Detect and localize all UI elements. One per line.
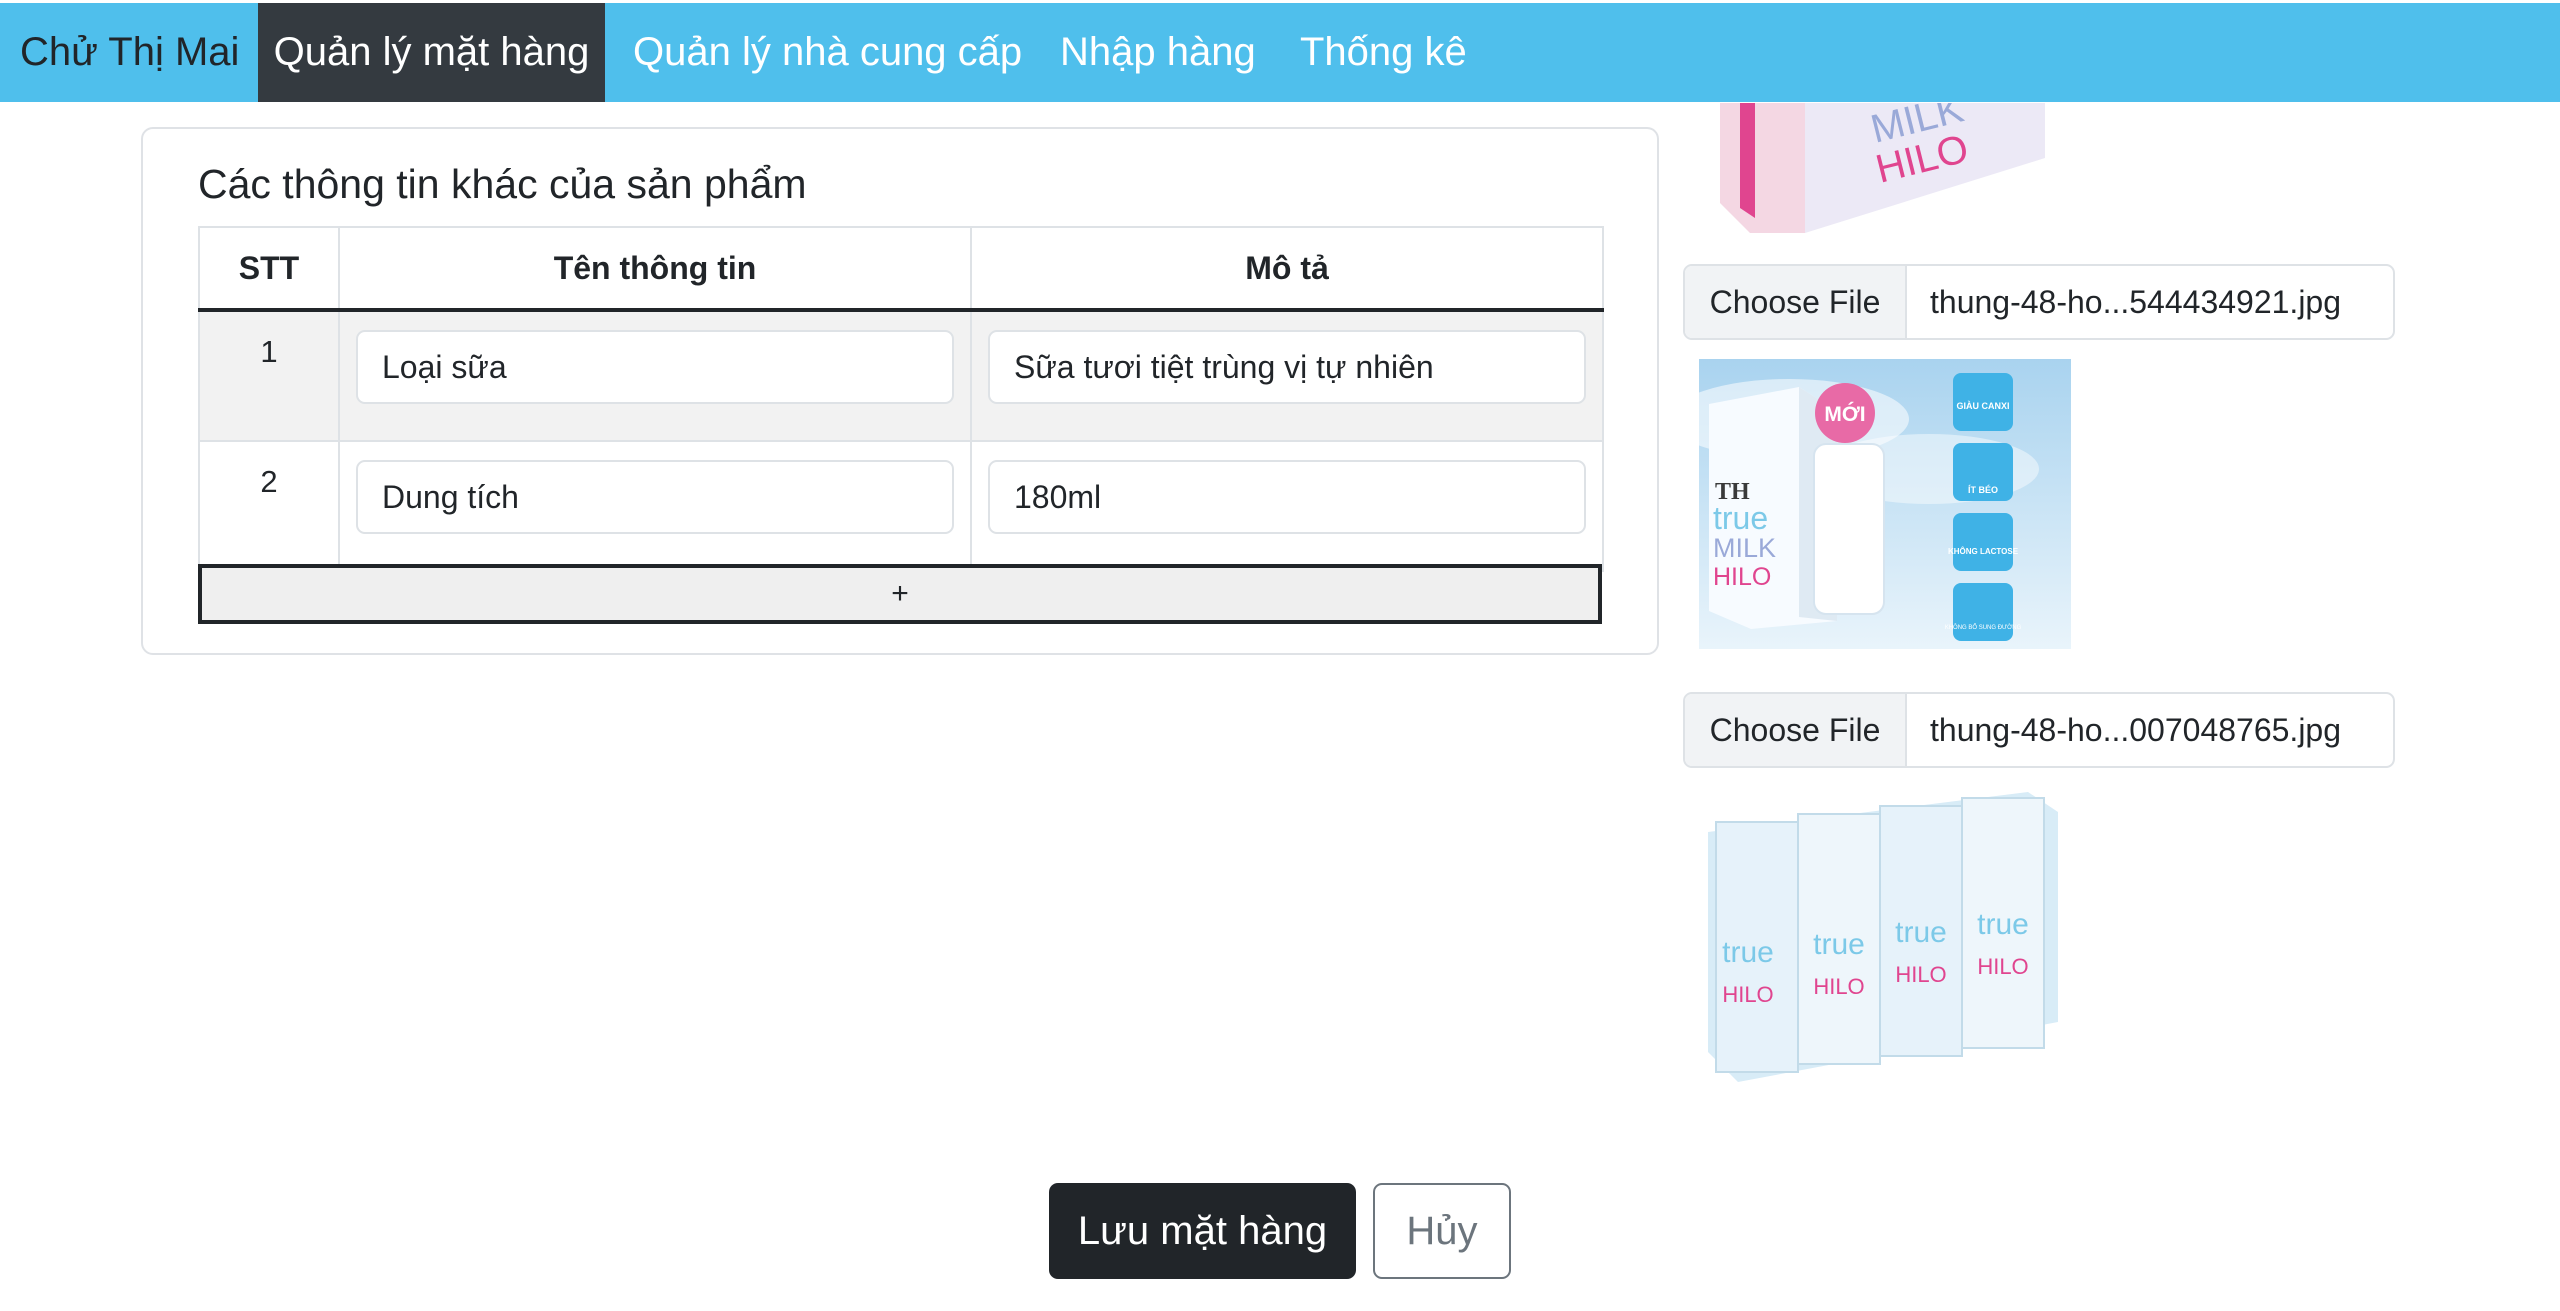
product-image-2: true HILO true HILO true HILO true HILO [1708, 792, 2058, 1082]
card-title: Các thông tin khác của sản phẩm [198, 161, 807, 207]
milk-text: MILK [1713, 533, 1776, 563]
image-file-input-1[interactable]: Choose File thung-48-ho...544434921.jpg [1683, 264, 2395, 340]
row-desc-cell [970, 440, 1604, 572]
product-info-card: Các thông tin khác của sản phẩm STT Tên … [141, 127, 1659, 655]
hilo-text: HILO [1713, 563, 1771, 591]
row-stt: 2 [198, 440, 340, 572]
pack-true-text: true [1977, 908, 2029, 941]
table-row: 1 [198, 309, 1604, 442]
product-info-table: STT Tên thông tin Mô tả 1 2 [198, 226, 1604, 572]
nav-item-thong-ke[interactable]: Thống kê [1300, 3, 1467, 102]
table-row: 2 [198, 440, 1604, 572]
info-desc-input[interactable] [988, 460, 1586, 534]
pack-true-text: true [1813, 928, 1865, 961]
row-name-cell [338, 309, 972, 442]
add-info-row-button[interactable]: + [198, 564, 1602, 624]
table-header-row: STT Tên thông tin Mô tả [198, 226, 1604, 312]
product-image-1: TH true MILK HILO MỚI GIÀU CANXI ÍT BÉO … [1699, 359, 2071, 649]
pack-true-text: true [1722, 936, 1774, 969]
feature-calcium-text: GIÀU CANXI [1956, 401, 2009, 411]
column-header-ten-thong-tin: Tên thông tin [338, 226, 972, 312]
feature-lowfat-text: ÍT BÉO [1968, 485, 1998, 495]
nav-item-quan-ly-nha-cung-cap[interactable]: Quản lý nhà cung cấp [633, 3, 1022, 102]
choose-file-button[interactable]: Choose File [1685, 266, 1907, 338]
selected-file-name: thung-48-ho...007048765.jpg [1930, 712, 2342, 748]
feature-sugar-text: KHÔNG BỔ SUNG ĐƯỜNG [1945, 624, 2022, 631]
true-text: true [1713, 500, 1768, 536]
nav-item-quan-ly-mat-hang[interactable]: Quản lý mặt hàng [258, 3, 605, 102]
choose-file-button[interactable]: Choose File [1685, 694, 1907, 766]
column-header-stt: STT [198, 226, 340, 312]
pack-hilo-text: HILO [1813, 974, 1864, 999]
pack-hilo-text: HILO [1895, 962, 1946, 987]
column-header-mo-ta: Mô tả [970, 226, 1604, 312]
pack-hilo-text: HILO [1977, 954, 2028, 979]
product-image-partial: MILK HILO [1715, 103, 2045, 233]
nav-brand[interactable]: Chử Thị Mai [20, 3, 239, 102]
row-name-cell [338, 440, 972, 572]
pack-true-text: true [1895, 916, 1947, 949]
image-file-input-2[interactable]: Choose File thung-48-ho...007048765.jpg [1683, 692, 2395, 768]
info-desc-input[interactable] [988, 330, 1586, 404]
row-stt: 1 [198, 309, 340, 442]
feature-lactose-text: KHÔNG LACTOSE [1948, 547, 2019, 556]
top-navbar: Chử Thị Mai Quản lý mặt hàng Quản lý nhà… [0, 3, 2560, 102]
info-name-input[interactable] [356, 460, 954, 534]
new-badge-text: MỚI [1824, 402, 1865, 426]
save-product-button[interactable]: Lưu mặt hàng [1049, 1183, 1356, 1279]
nav-item-nhap-hang[interactable]: Nhập hàng [1060, 3, 1256, 102]
row-desc-cell [970, 309, 1604, 442]
selected-file-name: thung-48-ho...544434921.jpg [1930, 284, 2342, 320]
cancel-button[interactable]: Hủy [1373, 1183, 1511, 1279]
info-name-input[interactable] [356, 330, 954, 404]
pack-hilo-text: HILO [1722, 982, 1773, 1007]
